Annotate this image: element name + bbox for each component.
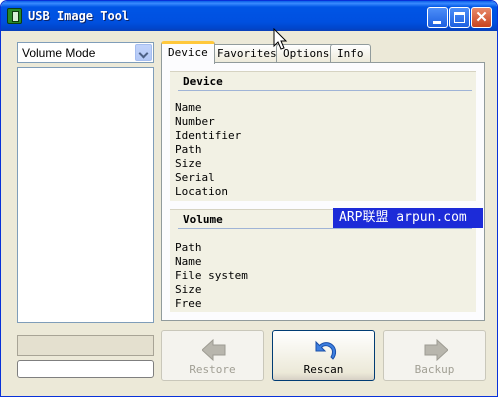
app-window: USB Image Tool ✕ Volume Mode Device Favo… [0,0,498,397]
device-field-identifier: Identifier [175,129,242,142]
minimize-icon [433,21,441,24]
device-field-number: Number [175,115,215,128]
volume-field-path: Path [175,241,202,254]
watermark-banner: ARP联盟 arpun.com [333,208,483,228]
device-field-name: Name [175,101,202,114]
minimize-button[interactable] [427,7,448,28]
mode-dropdown-value: Volume Mode [22,46,96,60]
maximize-icon [454,12,465,23]
volume-field-size: Size [175,283,202,296]
volume-group-title: Volume [183,213,223,226]
restore-button[interactable]: Restore [161,330,264,381]
rescan-button-label: Rescan [303,363,344,376]
device-group-title: Device [183,75,223,88]
device-field-location: Location [175,185,228,198]
usb-app-icon [7,8,22,24]
device-field-serial: Serial [175,171,215,184]
rescan-button[interactable]: Rescan [272,330,375,381]
progress-bar [17,360,154,378]
close-button[interactable]: ✕ [471,7,492,28]
device-field-size: Size [175,157,202,170]
rescan-icon [315,340,337,360]
tab-device[interactable]: Device [161,41,215,64]
group-divider [178,228,472,229]
title-bar[interactable]: USB Image Tool ✕ [1,1,497,31]
device-tab-panel: Device Name Number Identifier Path Size … [161,62,485,321]
volume-info-group: Volume ARP联盟 arpun.com Path Name File sy… [170,208,483,312]
backup-button[interactable]: Backup [383,330,486,381]
mouse-cursor-icon [273,28,288,50]
restore-button-label: Restore [189,363,236,376]
window-title: USB Image Tool [28,9,130,23]
device-info-group: Device Name Number Identifier Path Size … [170,71,476,201]
tab-info[interactable]: Info [330,44,371,63]
group-divider [178,90,472,91]
mode-dropdown[interactable]: Volume Mode [17,42,154,63]
status-box [17,335,154,356]
volume-field-name: Name [175,255,202,268]
volume-field-file-system: File system [175,269,248,282]
arrow-right-icon [424,339,448,361]
close-icon: ✕ [475,9,488,26]
arrow-left-icon [202,339,226,361]
volume-field-free: Free [175,297,202,310]
chevron-down-icon[interactable] [135,44,152,61]
maximize-button[interactable] [449,7,470,28]
backup-button-label: Backup [414,363,455,376]
device-list[interactable] [17,67,154,323]
device-field-path: Path [175,143,202,156]
